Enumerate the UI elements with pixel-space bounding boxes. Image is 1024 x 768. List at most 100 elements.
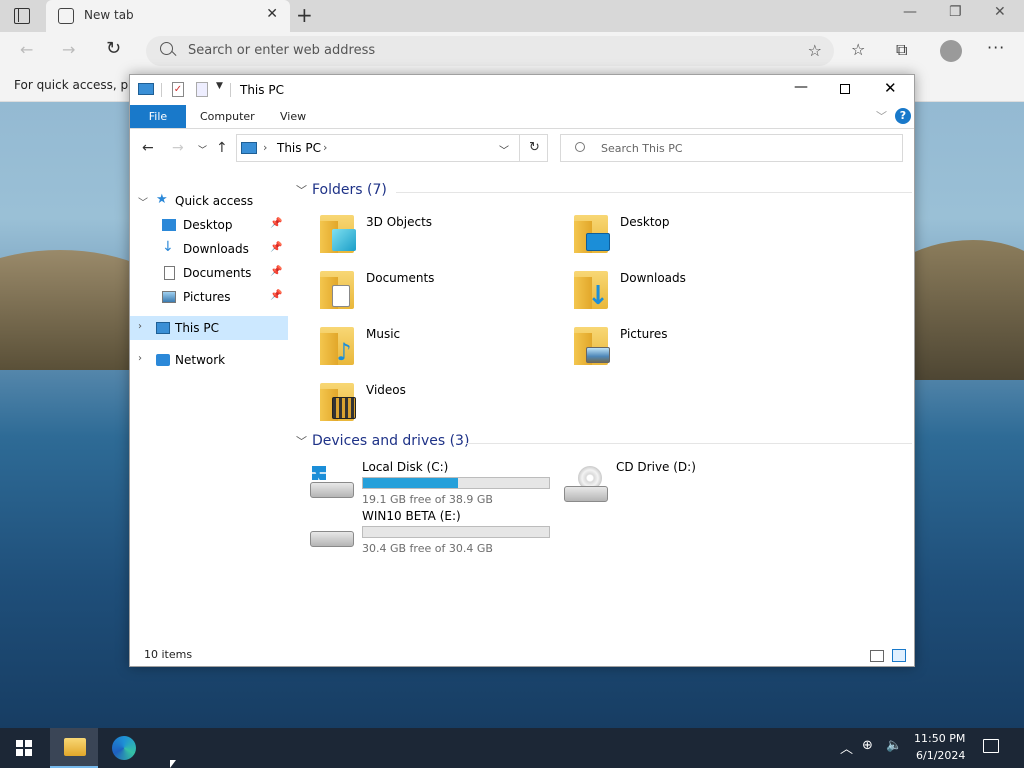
clock-date[interactable]: 6/1/2024	[916, 749, 965, 762]
folder-label: Desktop	[620, 215, 670, 229]
folder-desktop[interactable]: Desktop	[572, 209, 822, 259]
download-icon: ↓	[162, 239, 174, 255]
folder-label: Videos	[366, 383, 406, 397]
chevron-down-icon[interactable]: ﹀	[499, 142, 509, 157]
folder-videos[interactable]: Videos	[318, 377, 568, 427]
chevron-right-icon[interactable]: ›	[138, 321, 142, 332]
favorites-add-icon[interactable]: ☆	[808, 41, 822, 60]
breadcrumb-this-pc[interactable]: This PC	[277, 141, 321, 155]
drive-free-space: 19.1 GB free of 38.9 GB	[362, 493, 493, 506]
content-pane: ﹀ Folders (7) 3D Objects Desktop Documen…	[290, 175, 914, 645]
group-header-devices[interactable]: ﹀ Devices and drives (3)	[296, 433, 912, 453]
chevron-down-icon[interactable]: ﹀	[296, 433, 307, 449]
tab-new-tab[interactable]: New tab ✕	[46, 0, 290, 32]
help-icon[interactable]: ?	[895, 108, 911, 124]
nav-item-desktop[interactable]: Desktop 📌	[130, 213, 288, 237]
nav-item-documents[interactable]: Documents 📌	[130, 261, 288, 285]
folder-icon	[318, 213, 360, 255]
chevron-right-icon[interactable]: ›	[323, 141, 327, 154]
volume-muted-icon[interactable]: 🔈	[886, 738, 902, 753]
search-icon	[575, 142, 585, 152]
minimize-icon[interactable]: —	[903, 4, 917, 20]
nav-item-network[interactable]: › Network	[130, 348, 288, 372]
nav-label: Documents	[183, 266, 252, 280]
address-bar[interactable]: Search or enter web address ☆	[146, 36, 834, 66]
forward-icon[interactable]: →	[62, 40, 75, 59]
picture-icon	[586, 347, 610, 363]
search-icon	[160, 42, 173, 55]
nav-label: Downloads	[183, 242, 249, 256]
browser-toolbar: ← → ↻ Search or enter web address ☆ ☆ ⧉ …	[0, 32, 1024, 70]
network-globe-icon[interactable]: ⊕	[862, 738, 873, 753]
tab-actions-icon[interactable]	[14, 8, 30, 24]
group-header-folders[interactable]: ﹀ Folders (7)	[296, 182, 912, 202]
tab-view[interactable]: View	[280, 110, 306, 123]
notification-icon[interactable]	[983, 739, 999, 753]
drive-win10-beta-e[interactable]: WIN10 BETA (E:) 30.4 GB free of 30.4 GB	[310, 509, 560, 559]
folder-icon	[572, 213, 614, 255]
navigation-pane: ﹀ ★ Quick access Desktop 📌 ↓ Downloads 📌…	[130, 175, 290, 645]
nav-item-this-pc[interactable]: › This PC	[130, 316, 288, 340]
folder-pictures[interactable]: Pictures	[572, 321, 822, 371]
drive-local-disk-c[interactable]: Local Disk (C:) 19.1 GB free of 38.9 GB	[310, 460, 560, 510]
large-icons-view-icon[interactable]	[892, 649, 906, 662]
nav-item-quick-access[interactable]: ﹀ ★ Quick access	[130, 189, 288, 213]
folder-label: Pictures	[620, 327, 668, 341]
group-title: Folders (7)	[312, 182, 387, 198]
tab-file[interactable]: File	[130, 105, 186, 128]
favorites-icon[interactable]: ☆	[851, 40, 865, 59]
up-icon[interactable]: ↑	[216, 140, 228, 156]
expand-ribbon-icon[interactable]: ﹀	[876, 108, 887, 124]
edge-icon[interactable]	[112, 736, 136, 760]
folder-documents[interactable]: Documents	[318, 265, 568, 315]
refresh-icon[interactable]: ↻	[106, 38, 121, 59]
profile-icon[interactable]	[940, 40, 962, 62]
back-icon[interactable]: ←	[20, 40, 33, 59]
back-icon[interactable]: ←	[142, 140, 154, 156]
properties-icon[interactable]: ✓	[172, 82, 184, 97]
more-icon[interactable]: ···	[987, 38, 1005, 57]
chevron-down-icon[interactable]: ﹀	[138, 194, 148, 209]
status-bar: 10 items	[130, 645, 914, 666]
new-tab-button[interactable]: +	[296, 3, 313, 27]
folder-music[interactable]: ♪ Music	[318, 321, 568, 371]
chevron-right-icon[interactable]: ›	[138, 353, 142, 364]
search-input[interactable]: Search This PC	[560, 134, 903, 162]
hard-drive-icon	[310, 466, 354, 502]
new-tab-page-icon	[58, 8, 74, 24]
chevron-down-icon[interactable]: ﹀	[296, 182, 307, 198]
pin-icon[interactable]: 📌	[270, 218, 282, 229]
start-button[interactable]	[16, 740, 32, 756]
clock-time[interactable]: 11:50 PM	[914, 732, 965, 745]
refresh-icon[interactable]: ↻	[519, 135, 549, 161]
nav-item-downloads[interactable]: ↓ Downloads 📌	[130, 237, 288, 261]
address-path-box[interactable]: › This PC › ﹀ ↻	[236, 134, 548, 162]
nav-label: This PC	[175, 321, 219, 335]
minimize-icon[interactable]: —	[794, 79, 808, 95]
forward-icon[interactable]: →	[172, 140, 184, 156]
folder-icon: ↓	[572, 269, 614, 311]
folder-3d-objects[interactable]: 3D Objects	[318, 209, 568, 259]
drive-label: CD Drive (D:)	[616, 460, 696, 474]
chevron-up-icon[interactable]: ︿	[840, 738, 853, 757]
close-icon[interactable]: ✕	[994, 4, 1006, 20]
chevron-right-icon[interactable]: ›	[263, 141, 267, 154]
pin-icon[interactable]: 📌	[270, 266, 282, 277]
nav-item-pictures[interactable]: Pictures 📌	[130, 285, 288, 309]
details-view-icon[interactable]	[870, 650, 884, 662]
customize-qat-icon[interactable]: ▼	[216, 81, 223, 91]
close-icon[interactable]: ✕	[884, 79, 897, 97]
pin-icon[interactable]: 📌	[270, 242, 282, 253]
tab-computer[interactable]: Computer	[200, 110, 255, 123]
nav-label: Desktop	[183, 218, 233, 232]
pin-icon[interactable]: 📌	[270, 290, 282, 301]
drive-cd-d[interactable]: CD Drive (D:)	[564, 460, 814, 510]
folder-downloads[interactable]: ↓ Downloads	[572, 265, 822, 315]
new-folder-icon[interactable]	[196, 82, 208, 97]
maximize-icon[interactable]	[840, 84, 850, 94]
recent-locations-icon[interactable]: ﹀	[198, 143, 207, 156]
close-tab-icon[interactable]: ✕	[266, 6, 278, 22]
collections-icon[interactable]: ⧉	[896, 40, 907, 60]
taskbar-file-explorer[interactable]	[50, 728, 98, 768]
restore-icon[interactable]: ❐	[949, 4, 962, 20]
